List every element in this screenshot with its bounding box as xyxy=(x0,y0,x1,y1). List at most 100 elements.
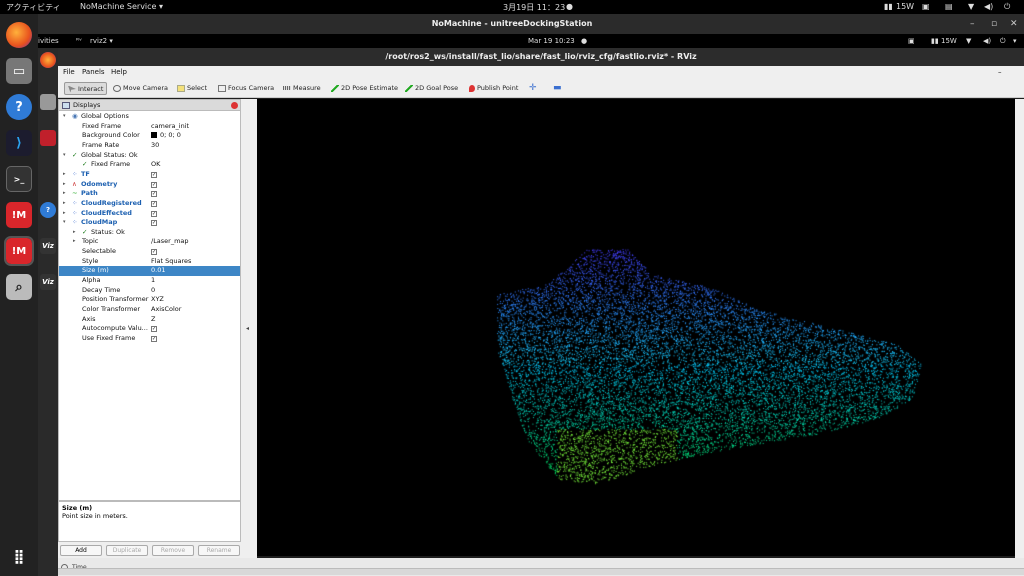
tree-row[interactable]: ▾ ✓ Global Status: Ok xyxy=(59,151,240,161)
inner-volume-icon[interactable]: ◀) xyxy=(983,37,991,45)
minimize-icon[interactable]: – xyxy=(970,14,975,34)
clock[interactable]: 3月19日 11：23 xyxy=(503,2,565,13)
activities-button[interactable]: アクティビティ xyxy=(6,2,61,13)
tree-row[interactable]: ▸ Topic/Laser_map xyxy=(59,237,240,247)
property-value[interactable]: 0; 0; 0 xyxy=(151,131,181,141)
duplicate-button[interactable]: Duplicate xyxy=(106,545,148,556)
expand-arrow-icon[interactable]: ▾ xyxy=(63,112,66,122)
tree-row[interactable]: ✓ Fixed Frame OK xyxy=(59,160,240,170)
property-value[interactable]: 0.01 xyxy=(151,266,165,276)
inner-wifi-icon[interactable]: ▼ xyxy=(966,37,971,45)
property-value[interactable]: Flat Squares xyxy=(151,257,191,267)
property-value[interactable]: XYZ xyxy=(151,295,164,305)
expand-arrow-icon[interactable]: ▸ xyxy=(73,228,76,238)
inner-clock[interactable]: Mar 19 10:23 xyxy=(528,37,575,45)
volume-icon[interactable]: ◀) xyxy=(984,2,993,11)
goal-pose-tool[interactable]: 2D Goal Pose xyxy=(402,82,461,95)
select-tool[interactable]: Select xyxy=(174,82,210,95)
inner-rviz2-icon[interactable]: Viz xyxy=(40,274,56,290)
property-value[interactable]: camera_init xyxy=(151,122,189,132)
expand-arrow-icon[interactable]: ▸ xyxy=(63,170,66,180)
inner-help-icon[interactable]: ? xyxy=(40,202,56,218)
property-value[interactable]: ✓ xyxy=(151,180,157,190)
rviz-minimize-icon[interactable]: – xyxy=(998,68,1002,76)
restore-icon[interactable]: ▫ xyxy=(991,14,997,34)
tree-row[interactable]: ▸ ⁘ CloudRegistered ✓ xyxy=(59,199,240,209)
tree-row[interactable]: Size (m) 0.01 xyxy=(59,266,240,276)
nomachine-active-icon[interactable]: !M xyxy=(4,236,34,266)
collapse-arrow-icon[interactable]: ◂ xyxy=(246,325,249,332)
checkbox[interactable]: ✓ xyxy=(151,335,157,342)
expand-arrow-icon[interactable]: ▸ xyxy=(63,199,66,209)
inner-menu-arrow-icon[interactable]: ▾ xyxy=(1013,37,1017,45)
power-icon[interactable]: ⏻ xyxy=(1004,2,1010,12)
network-icon[interactable]: ▣ xyxy=(922,2,930,11)
tree-row[interactable]: Axis Z xyxy=(59,315,240,325)
property-value[interactable]: ✓ xyxy=(151,218,157,228)
power-label[interactable]: 15W xyxy=(896,2,914,11)
measure-tool[interactable]: Measure xyxy=(280,82,324,95)
inner-activities-button[interactable]: ivities xyxy=(38,37,59,45)
inner-rviz-icon[interactable]: Viz xyxy=(40,238,56,254)
tree-row[interactable]: Fixed Frame camera_init xyxy=(59,122,240,132)
tree-row[interactable]: Use Fixed Frame ✓ xyxy=(59,334,240,344)
wifi-icon[interactable]: ▼ xyxy=(968,2,974,11)
vscode-icon[interactable]: ⟩ xyxy=(6,130,32,156)
pose-estimate-tool[interactable]: 2D Pose Estimate xyxy=(328,82,401,95)
inner-gpu-icon[interactable]: ▮▮ xyxy=(931,37,939,45)
property-value[interactable]: ✓ xyxy=(151,170,157,180)
inner-app-menu[interactable]: rviz2 ▾ xyxy=(90,37,113,45)
publish-point-tool[interactable]: Publish Point xyxy=(466,82,521,95)
tree-row[interactable]: Frame Rate 30 xyxy=(59,141,240,151)
tree-row[interactable]: ▾ ◉ Global Options xyxy=(59,112,240,122)
tree-row[interactable]: Color Transformer AxisColor xyxy=(59,305,240,315)
property-value[interactable]: 1 xyxy=(151,276,155,286)
property-value[interactable]: ✓ xyxy=(151,324,157,334)
tree-row[interactable]: Alpha 1 xyxy=(59,276,240,286)
checkbox[interactable]: ✓ xyxy=(151,326,157,333)
tree-row[interactable]: ▸ ✓ Status: Ok xyxy=(59,228,240,238)
add-tool-icon[interactable]: ✛ xyxy=(526,82,540,95)
tree-row[interactable]: Background Color 0; 0; 0 xyxy=(59,131,240,141)
tree-row[interactable]: Decay Time 0 xyxy=(59,286,240,296)
inner-files-icon[interactable] xyxy=(40,94,56,110)
checkbox[interactable]: ✓ xyxy=(151,171,157,178)
tree-row[interactable]: Selectable ✓ xyxy=(59,247,240,257)
property-value[interactable]: Z xyxy=(151,315,155,325)
property-value[interactable]: ✓ xyxy=(151,209,157,219)
checkbox[interactable]: ✓ xyxy=(151,249,157,256)
inner-firefox-icon[interactable] xyxy=(40,52,56,68)
tree-row[interactable]: ▸ ⁘ CloudEffected ✓ xyxy=(59,209,240,219)
menu-panels[interactable]: Panels xyxy=(82,68,105,76)
expand-arrow-icon[interactable]: ▸ xyxy=(63,209,66,219)
menu-help[interactable]: Help xyxy=(111,68,127,76)
checkbox[interactable]: ✓ xyxy=(151,220,157,227)
property-value[interactable]: OK xyxy=(151,160,160,170)
tree-row[interactable]: ▸ ∼ Path ✓ xyxy=(59,189,240,199)
property-value[interactable]: 30 xyxy=(151,141,159,151)
menu-file[interactable]: File xyxy=(63,68,75,76)
property-value[interactable]: ✓ xyxy=(151,189,157,199)
tree-row[interactable]: ▸ ⁘ TF ✓ xyxy=(59,170,240,180)
inner-power-label[interactable]: 15W xyxy=(941,37,957,45)
tree-row[interactable]: Autocompute Valu... ✓ xyxy=(59,324,240,334)
files-icon[interactable]: ▭ xyxy=(6,58,32,84)
panel-splitter[interactable]: ◂ xyxy=(241,99,257,558)
focus-camera-tool[interactable]: Focus Camera xyxy=(215,82,277,95)
close-icon[interactable]: ✕ xyxy=(1010,14,1018,34)
tree-row[interactable]: ▾ ⁘ CloudMap ✓ xyxy=(59,218,240,228)
property-value[interactable]: /Laser_map xyxy=(151,237,189,247)
expand-arrow-icon[interactable]: ▸ xyxy=(63,180,66,190)
rename-button[interactable]: Rename xyxy=(198,545,240,556)
expand-arrow-icon[interactable]: ▾ xyxy=(63,218,66,228)
interact-tool[interactable]: Interact xyxy=(64,82,108,95)
checkbox[interactable]: ✓ xyxy=(151,200,157,207)
property-value[interactable]: 0 xyxy=(151,286,155,296)
checkbox[interactable]: ✓ xyxy=(151,191,157,198)
move-camera-tool[interactable]: Move Camera xyxy=(110,82,171,95)
tree-row[interactable]: ▸ ∧ Odometry ✓ xyxy=(59,180,240,190)
nomachine-icon[interactable]: !M xyxy=(6,202,32,228)
tree-row[interactable]: Position Transformer XYZ xyxy=(59,295,240,305)
property-value[interactable]: ✓ xyxy=(151,334,157,344)
expand-arrow-icon[interactable]: ▸ xyxy=(63,189,66,199)
